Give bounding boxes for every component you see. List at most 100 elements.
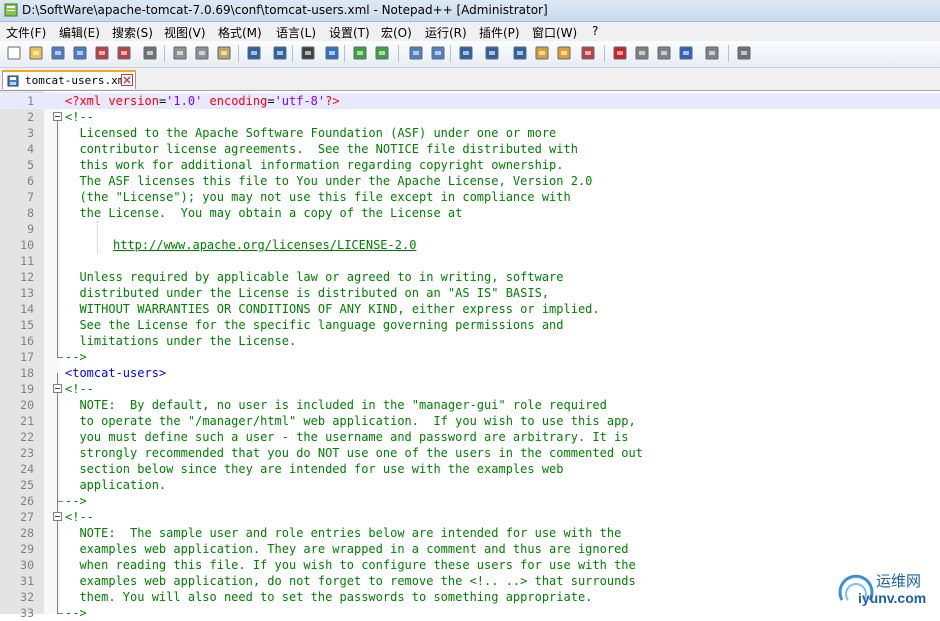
copy-icon[interactable] [194, 45, 210, 61]
code-line[interactable]: 3 Licensed to the Apache Software Founda… [0, 125, 940, 141]
code-line[interactable]: 12 Unless required by applicable law or … [0, 269, 940, 285]
menu-item-6[interactable]: 设置(T) [329, 24, 370, 41]
close-tab-icon[interactable] [121, 74, 133, 86]
code-line[interactable]: 33 --> [0, 605, 940, 621]
code-line[interactable]: 16 limitations under the License. [0, 333, 940, 349]
menu-item-3[interactable]: 视图(V) [164, 24, 206, 41]
spell-check-icon[interactable] [736, 45, 752, 61]
window-title: D:\SoftWare\apache-tomcat-7.0.69\conf\to… [22, 3, 548, 17]
menu-item-11[interactable]: ? [592, 24, 598, 38]
tab-tomcat-users[interactable]: tomcat-users.xml [2, 70, 136, 89]
save-icon[interactable] [50, 45, 66, 61]
code-line[interactable]: 10 http://www.apache.org/licenses/LICENSE… [0, 237, 940, 253]
doc-map-icon[interactable] [556, 45, 572, 61]
code-line[interactable]: 18 <tomcat-users> [0, 365, 940, 381]
code-line[interactable]: 28 NOTE: The sample user and role entrie… [0, 525, 940, 541]
line-number: 14 [20, 302, 34, 316]
code-line[interactable]: 2 <!-- [0, 109, 940, 125]
stop-record-icon[interactable] [634, 45, 650, 61]
zoom-in-icon[interactable] [352, 45, 368, 61]
fold-toggle-icon[interactable] [53, 384, 62, 393]
code-line[interactable]: 25 application. [0, 477, 940, 493]
line-number: 21 [20, 414, 34, 428]
code-text: --> [65, 606, 87, 620]
find-icon[interactable] [300, 45, 316, 61]
code-text: The ASF licenses this file to You under … [65, 174, 593, 188]
menu-item-4[interactable]: 格式(M) [218, 24, 262, 41]
function-list-icon[interactable] [580, 45, 596, 61]
editor[interactable]: 1 <?xml version='1.0' encoding='utf-8'?> 2… [0, 91, 940, 620]
toolbar-separator [344, 45, 345, 62]
code-line[interactable]: 1 <?xml version='1.0' encoding='utf-8'?> [0, 93, 940, 109]
menu-item-0[interactable]: 文件(F) [6, 24, 46, 41]
menu-item-7[interactable]: 宏(O) [381, 24, 412, 41]
menu-item-5[interactable]: 语言(L) [276, 24, 316, 41]
code-text: distributed under the License is distrib… [65, 286, 550, 300]
open-file-icon[interactable] [28, 45, 44, 61]
code-line[interactable]: 7 (the "License"); you may not use this … [0, 189, 940, 205]
code-text: the License. You may obtain a copy of th… [65, 206, 463, 220]
cut-icon[interactable] [172, 45, 188, 61]
user-language-icon[interactable] [534, 45, 550, 61]
line-number: 32 [20, 590, 34, 604]
close-all-icon[interactable] [116, 45, 132, 61]
play-macro-icon[interactable] [656, 45, 672, 61]
code-line[interactable]: 5 this work for additional information r… [0, 157, 940, 173]
code-line[interactable]: 32 them. You will also need to set the p… [0, 589, 940, 605]
sync-horizontal-icon[interactable] [430, 45, 446, 61]
show-all-chars-icon[interactable] [484, 45, 500, 61]
redo-icon[interactable] [272, 45, 288, 61]
code-line[interactable]: 9 [0, 221, 940, 237]
line-number: 1 [27, 94, 34, 108]
print-icon[interactable] [142, 45, 158, 61]
code-line[interactable]: 21 to operate the "/manager/html" web ap… [0, 413, 940, 429]
menu-item-8[interactable]: 运行(R) [425, 24, 467, 41]
code-line[interactable]: 31 examples web application, do not forg… [0, 573, 940, 589]
replace-icon[interactable] [324, 45, 340, 61]
indent-guide-icon[interactable] [512, 45, 528, 61]
code-text: --> [65, 350, 87, 364]
code-line[interactable]: 13 distributed under the License is dist… [0, 285, 940, 301]
fold-toggle-icon[interactable] [53, 112, 62, 121]
watermark-text: 运维网 [876, 572, 922, 590]
new-file-icon[interactable] [6, 45, 22, 61]
sync-vertical-icon[interactable] [408, 45, 424, 61]
menu-item-9[interactable]: 插件(P) [479, 24, 520, 41]
code-line[interactable]: 30 when reading this file. If you wish t… [0, 557, 940, 573]
line-number: 20 [20, 398, 34, 412]
code-line[interactable]: 26 --> [0, 493, 940, 509]
paste-icon[interactable] [216, 45, 232, 61]
record-macro-icon[interactable] [612, 45, 628, 61]
code-line[interactable]: 20 NOTE: By default, no user is included… [0, 397, 940, 413]
close-icon[interactable] [94, 45, 110, 61]
code-line[interactable]: 29 examples web application. They are wr… [0, 541, 940, 557]
fold-toggle-icon[interactable] [53, 512, 62, 521]
code-line[interactable]: 15 See the License for the specific lang… [0, 317, 940, 333]
toolbar-separator [398, 45, 399, 62]
menu-item-2[interactable]: 搜索(S) [112, 24, 153, 41]
save-all-icon[interactable] [72, 45, 88, 61]
code-line[interactable]: 24 section below since they are intended… [0, 461, 940, 477]
code-line[interactable]: 8 the License. You may obtain a copy of … [0, 205, 940, 221]
code-line[interactable]: 17 --> [0, 349, 940, 365]
line-number: 4 [27, 142, 34, 156]
code-line[interactable]: 19 <!-- [0, 381, 940, 397]
menu-item-10[interactable]: 窗口(W) [532, 24, 577, 41]
code-line[interactable]: 4 contributor license agreements. See th… [0, 141, 940, 157]
undo-icon[interactable] [246, 45, 262, 61]
run-macro-multiple-icon[interactable] [678, 45, 694, 61]
line-number: 13 [20, 286, 34, 300]
save-macro-icon[interactable] [704, 45, 720, 61]
word-wrap-icon[interactable] [458, 45, 474, 61]
menu-item-1[interactable]: 编辑(E) [59, 24, 100, 41]
watermark-domain: iyunv.com [858, 590, 927, 606]
code-line[interactable]: 14 WITHOUT WARRANTIES OR CONDITIONS OF A… [0, 301, 940, 317]
zoom-out-icon[interactable] [374, 45, 390, 61]
code-line[interactable]: 22 you must define such a user - the use… [0, 429, 940, 445]
line-number: 8 [27, 206, 34, 220]
code-line[interactable]: 23 strongly recommended that you do NOT … [0, 445, 940, 461]
code-line[interactable]: 11 [0, 253, 940, 269]
code-line[interactable]: 6 The ASF licenses this file to You unde… [0, 173, 940, 189]
code-line[interactable]: 27 <!-- [0, 509, 940, 525]
code-text: examples web application. They are wrapp… [65, 542, 629, 556]
